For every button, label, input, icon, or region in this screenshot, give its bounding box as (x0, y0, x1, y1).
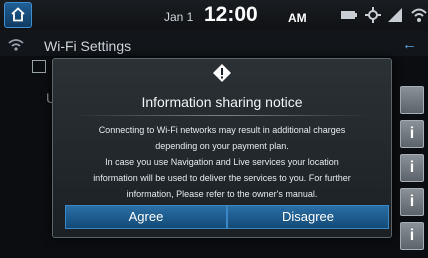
background-header: Wi-Fi Settings ← (0, 30, 428, 56)
status-date: Jan 1 (164, 10, 194, 24)
dialog-message-line: depending on your payment plan. (155, 141, 289, 151)
gps-icon (364, 6, 382, 29)
disagree-button[interactable]: Disagree (227, 205, 389, 229)
status-time: 12:00 (204, 3, 258, 26)
home-icon (11, 7, 25, 22)
home-button[interactable] (4, 2, 32, 28)
dialog-message-line: information, Please refer to the owner's… (126, 189, 318, 199)
info-button-2[interactable]: i (400, 154, 424, 182)
back-arrow-icon[interactable]: ← (402, 36, 417, 53)
signal-icon (386, 6, 404, 29)
wifi-icon (410, 6, 428, 29)
dialog-message-line: Connecting to Wi-Fi networks may result … (98, 125, 346, 135)
battery-icon (340, 6, 358, 29)
information-sharing-dialog: Information sharing notice Connecting to… (52, 58, 392, 238)
info-button-3[interactable]: i (400, 188, 424, 216)
side-button-1[interactable] (400, 86, 424, 114)
dialog-message-line: information will be used to deliver the … (93, 173, 351, 183)
status-ampm: AM (288, 11, 307, 25)
warning-icon (212, 63, 232, 88)
wifi-icon (8, 38, 24, 56)
dialog-message-line: In case you use Navigation and Live serv… (105, 157, 339, 167)
wifi-checkbox[interactable] (32, 60, 46, 73)
dialog-divider (73, 115, 371, 116)
agree-button[interactable]: Agree (65, 205, 227, 229)
info-button-4[interactable]: i (400, 222, 424, 250)
dialog-title: Information sharing notice (141, 94, 303, 110)
page-title: Wi-Fi Settings (44, 38, 132, 54)
dialog-message: Connecting to Wi-Fi networks may result … (67, 122, 377, 202)
status-bar: Jan 1 12:00 AM (0, 0, 428, 30)
info-button-1[interactable]: i (400, 120, 424, 148)
